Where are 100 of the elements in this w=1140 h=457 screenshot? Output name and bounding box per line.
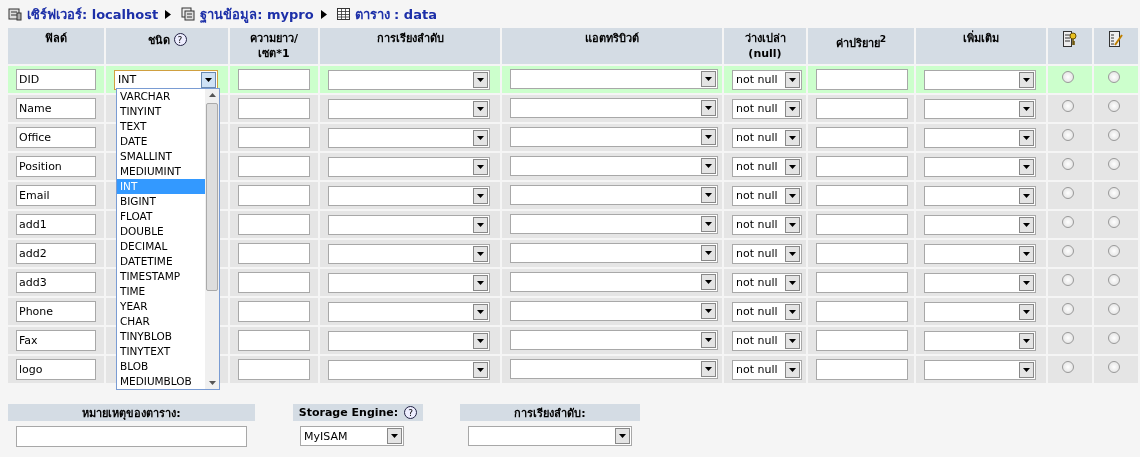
field-name-input[interactable]: logo <box>16 359 96 380</box>
default-input[interactable] <box>816 243 908 264</box>
length-input[interactable] <box>238 156 310 177</box>
scrollbar[interactable] <box>205 89 219 389</box>
collation-select[interactable] <box>328 127 490 148</box>
dropdown-option[interactable]: MEDIUMBLOB <box>117 374 205 389</box>
field-name-input[interactable]: Name <box>16 98 96 119</box>
primary-key-radio[interactable] <box>1062 332 1074 344</box>
primary-key-radio[interactable] <box>1062 361 1074 373</box>
attribute-select[interactable] <box>510 214 718 234</box>
attribute-select[interactable] <box>510 69 718 89</box>
extra-select[interactable] <box>924 214 1036 235</box>
index-radio[interactable] <box>1108 274 1120 286</box>
default-input[interactable] <box>816 359 908 380</box>
default-input[interactable] <box>816 272 908 293</box>
dropdown-option[interactable]: MEDIUMINT <box>117 164 205 179</box>
field-name-input[interactable]: add2 <box>16 243 96 264</box>
index-radio[interactable] <box>1108 71 1120 83</box>
null-select[interactable]: not null <box>732 69 802 90</box>
breadcrumb-link[interactable]: ตาราง : data <box>354 3 437 25</box>
storage-engine-select[interactable]: MyISAM <box>300 426 404 446</box>
default-input[interactable] <box>816 301 908 322</box>
index-radio[interactable] <box>1108 361 1120 373</box>
dropdown-option[interactable]: CHAR <box>117 314 205 329</box>
length-input[interactable] <box>238 185 310 206</box>
primary-key-radio[interactable] <box>1062 187 1074 199</box>
length-input[interactable] <box>238 98 310 119</box>
dropdown-option[interactable]: TEXT <box>117 119 205 134</box>
attribute-select[interactable] <box>510 301 718 321</box>
default-input[interactable] <box>816 69 908 90</box>
primary-key-radio[interactable] <box>1062 71 1074 83</box>
extra-select[interactable] <box>924 156 1036 177</box>
primary-key-radio[interactable] <box>1062 100 1074 112</box>
primary-key-radio[interactable] <box>1062 274 1074 286</box>
attribute-select[interactable] <box>510 330 718 350</box>
dropdown-option[interactable]: DOUBLE <box>117 224 205 239</box>
null-select[interactable]: not null <box>732 214 802 235</box>
length-input[interactable] <box>238 359 310 380</box>
collation-select[interactable] <box>328 330 490 351</box>
primary-key-radio[interactable] <box>1062 216 1074 228</box>
length-input[interactable] <box>238 127 310 148</box>
extra-select[interactable] <box>924 69 1036 90</box>
breadcrumb-link[interactable]: เซิร์ฟเวอร์: localhost <box>27 3 159 25</box>
index-radio[interactable] <box>1108 100 1120 112</box>
field-name-input[interactable]: Fax <box>16 330 96 351</box>
collation-select[interactable] <box>328 98 490 119</box>
dropdown-option[interactable]: TINYBLOB <box>117 329 205 344</box>
dropdown-option[interactable]: BIGINT <box>117 194 205 209</box>
null-select[interactable]: not null <box>732 272 802 293</box>
null-select[interactable]: not null <box>732 156 802 177</box>
attribute-select[interactable] <box>510 156 718 176</box>
extra-select[interactable] <box>924 359 1036 380</box>
extra-select[interactable] <box>924 185 1036 206</box>
collation-select[interactable] <box>328 69 490 90</box>
index-radio[interactable] <box>1108 158 1120 170</box>
attribute-select[interactable] <box>510 127 718 147</box>
dropdown-option[interactable]: TINYINT <box>117 104 205 119</box>
attribute-select[interactable] <box>510 185 718 205</box>
extra-select[interactable] <box>924 301 1036 322</box>
collation-select[interactable] <box>328 301 490 322</box>
type-select[interactable]: INT <box>114 69 218 90</box>
dropdown-option[interactable]: TIMESTAMP <box>117 269 205 284</box>
index-radio[interactable] <box>1108 216 1120 228</box>
length-input[interactable] <box>238 301 310 322</box>
default-input[interactable] <box>816 98 908 119</box>
length-input[interactable] <box>238 214 310 235</box>
index-radio[interactable] <box>1108 332 1120 344</box>
dropdown-option[interactable]: TINYTEXT <box>117 344 205 359</box>
collation-select[interactable] <box>328 214 490 235</box>
null-select[interactable]: not null <box>732 127 802 148</box>
table-collation-select[interactable] <box>468 426 632 446</box>
collation-select[interactable] <box>328 359 490 380</box>
default-input[interactable] <box>816 185 908 206</box>
default-input[interactable] <box>816 330 908 351</box>
dropdown-option[interactable]: DECIMAL <box>117 239 205 254</box>
index-radio[interactable] <box>1108 245 1120 257</box>
attribute-select[interactable] <box>510 98 718 118</box>
default-input[interactable] <box>816 214 908 235</box>
field-name-input[interactable]: Phone <box>16 301 96 322</box>
index-radio[interactable] <box>1108 187 1120 199</box>
collation-select[interactable] <box>328 156 490 177</box>
index-radio[interactable] <box>1108 303 1120 315</box>
dropdown-option[interactable]: FLOAT <box>117 209 205 224</box>
null-select[interactable]: not null <box>732 185 802 206</box>
collation-select[interactable] <box>328 272 490 293</box>
collation-select[interactable] <box>328 243 490 264</box>
primary-key-radio[interactable] <box>1062 129 1074 141</box>
help-icon[interactable]: ? <box>404 406 418 419</box>
default-input[interactable] <box>816 127 908 148</box>
null-select[interactable]: not null <box>732 359 802 380</box>
field-name-input[interactable]: DID <box>16 69 96 90</box>
length-input[interactable] <box>238 330 310 351</box>
extra-select[interactable] <box>924 243 1036 264</box>
extra-select[interactable] <box>924 272 1036 293</box>
length-input[interactable] <box>238 272 310 293</box>
field-name-input[interactable]: Position <box>16 156 96 177</box>
null-select[interactable]: not null <box>732 98 802 119</box>
table-comment-input[interactable] <box>16 426 247 447</box>
help-icon[interactable]: ? <box>173 33 187 46</box>
dropdown-option[interactable]: BLOB <box>117 359 205 374</box>
